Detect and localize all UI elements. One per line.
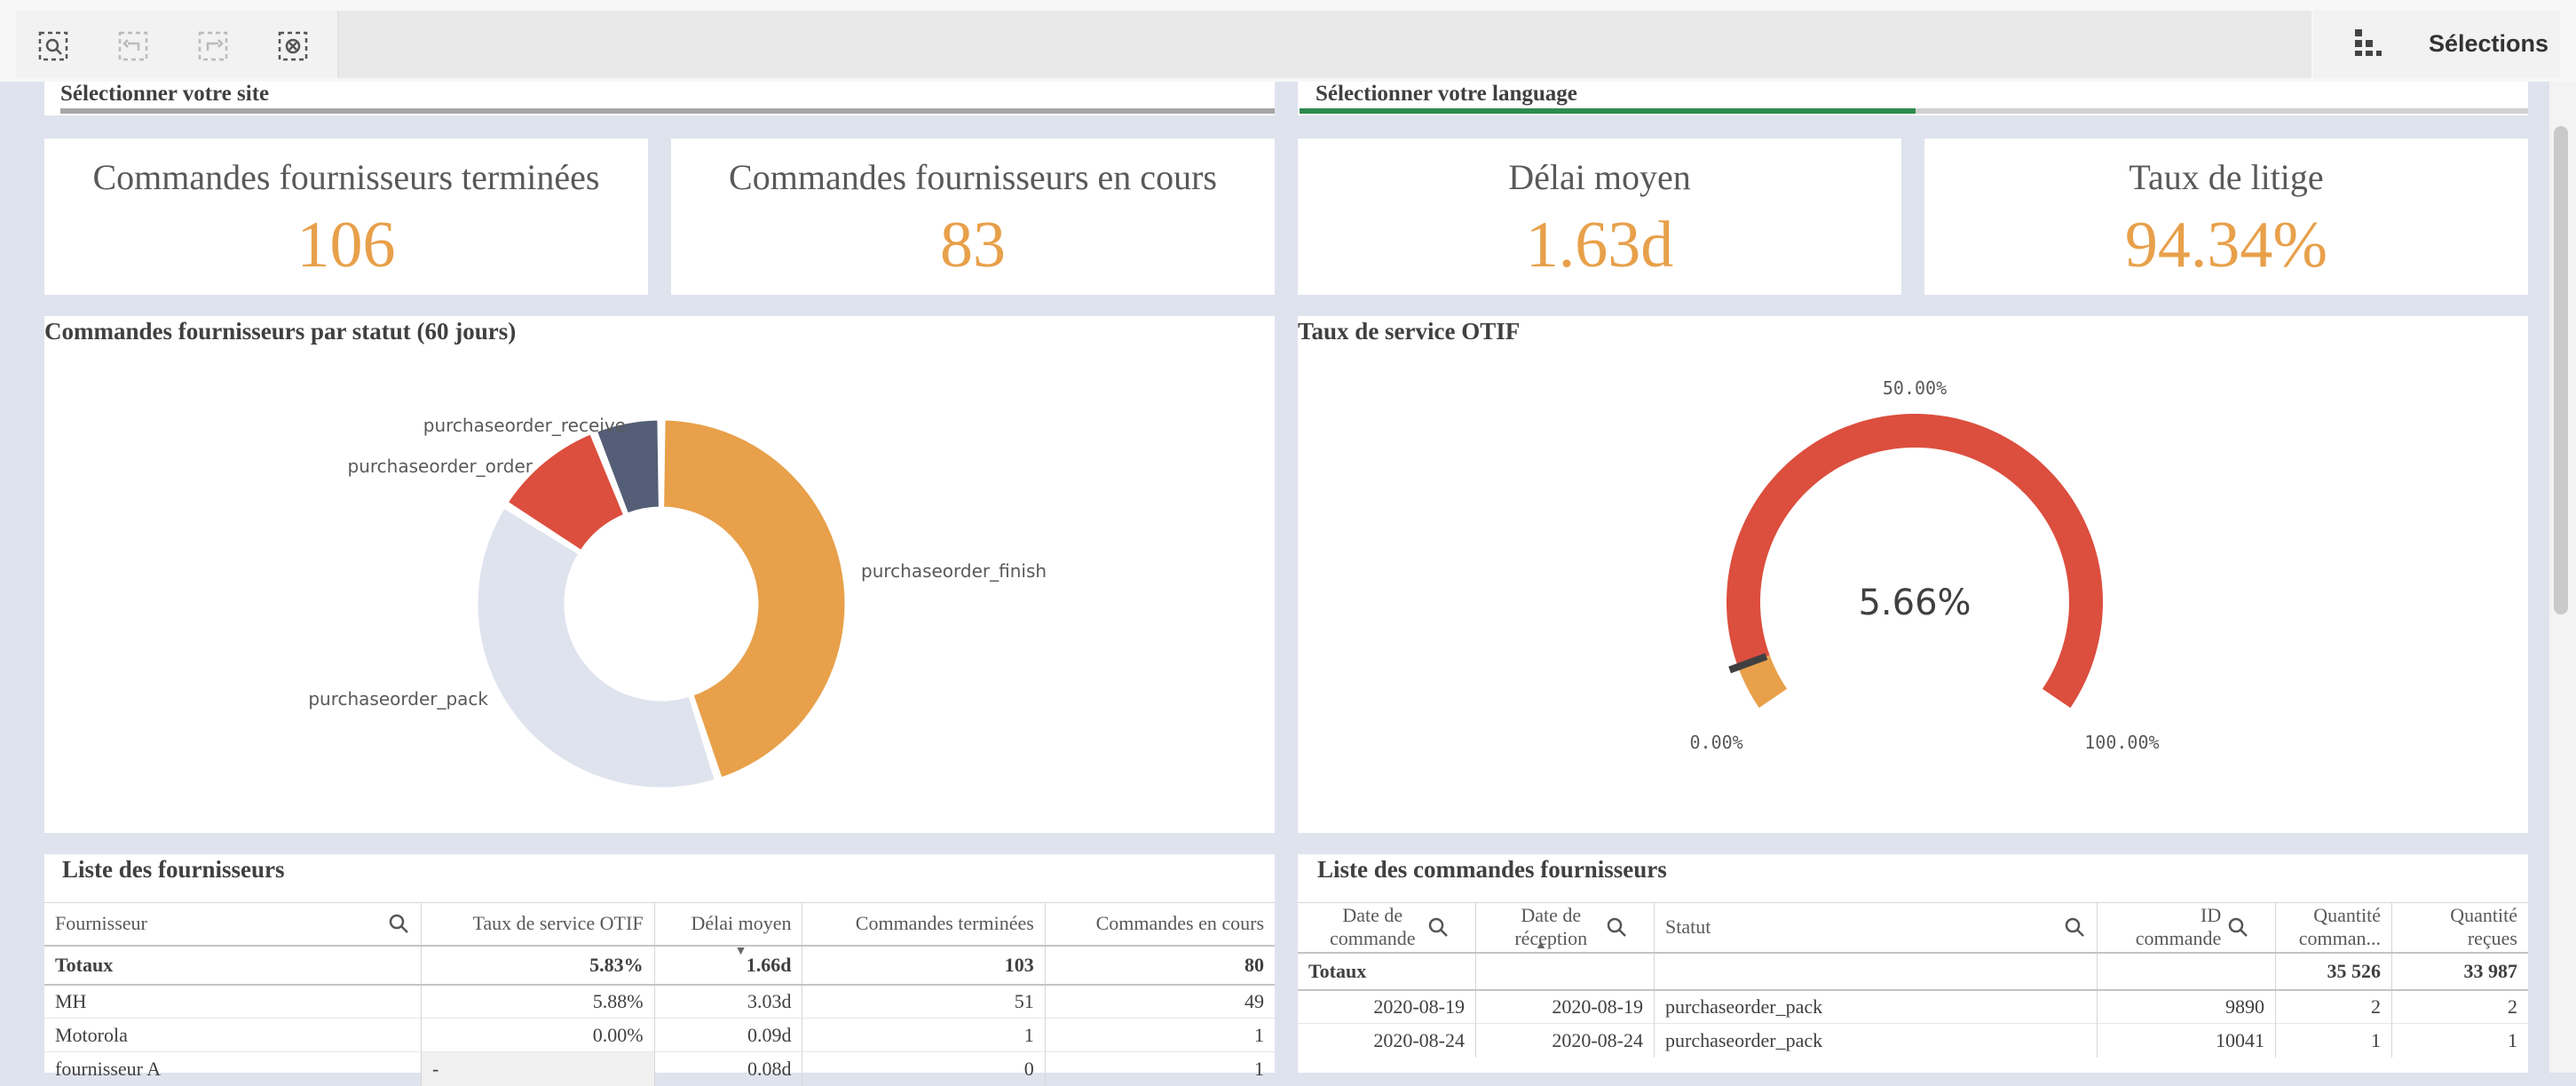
column-header-order-date[interactable]: Date de commande (1298, 902, 1476, 953)
column-header-qty-ordered[interactable]: Quantité comman... (2275, 902, 2392, 953)
kpi-value: 106 (296, 209, 396, 281)
column-header-completed[interactable]: Commandes terminées (802, 902, 1046, 946)
step-forward-icon[interactable] (194, 27, 233, 66)
search-icon[interactable] (2063, 916, 2086, 939)
kpi-value: 94.34% (2124, 209, 2328, 281)
gauge-target-label: 50.00% (1883, 377, 1947, 399)
table-row[interactable]: Motorola 0.00% 0.09d 1 1 (44, 1018, 1275, 1052)
step-back-icon[interactable] (114, 27, 153, 66)
donut-label: purchaseorder_pack (308, 688, 488, 709)
gauge[interactable]: 5.66% 0.00% 100.00% 50.00% (1298, 352, 2528, 831)
suppliers-table-panel[interactable]: Liste des fournisseurs Fournisseur Taux … (44, 854, 1275, 1086)
kpi-average-delay[interactable]: Délai moyen 1.63d (1298, 139, 1901, 295)
donut-label: purchaseorder_order (348, 456, 533, 477)
table-title: Liste des commandes fournisseurs (1317, 856, 1667, 883)
kpi-completed-orders[interactable]: Commandes fournisseurs terminées 106 (44, 139, 648, 295)
kpi-open-orders[interactable]: Commandes fournisseurs en cours 83 (671, 139, 1275, 295)
table-row[interactable]: 2020-08-19 2020-08-19 purchaseorder_pack… (1298, 989, 2528, 1024)
table-row[interactable]: 2020-08-24 2020-08-24 purchaseorder_pack… (1298, 1023, 2528, 1058)
selection-tools (16, 11, 339, 78)
language-filter[interactable]: Sélectionner votre language (1298, 82, 2528, 115)
language-filter-selected (1300, 108, 1916, 114)
gauge-remaining-arc[interactable] (1727, 414, 2103, 709)
totals-row: Totaux 5.83% ▼ 1.66d 103 80 (44, 945, 1275, 985)
language-filter-label: Sélectionner votre language (1316, 82, 1577, 106)
donut-chart[interactable]: purchaseorder_finish purchaseorder_pack pu… (44, 352, 1275, 831)
column-header-order-id[interactable]: ID commande (2097, 902, 2276, 953)
site-filter-bar (60, 108, 1275, 114)
kpi-label: Commandes fournisseurs terminées (92, 157, 600, 197)
column-header-qty-received[interactable]: Quantité reçues (2392, 903, 2529, 953)
kpi-label: Taux de litige (2129, 157, 2324, 197)
chart-title: Taux de service OTIF (1298, 318, 1521, 345)
current-selections-bar[interactable] (339, 11, 2311, 78)
orders-table[interactable]: Date de commande Date de réception ▲ Sta… (1298, 902, 2528, 1058)
donut-slice-purchaseorder_pack[interactable] (475, 505, 718, 790)
suppliers-table[interactable]: Fournisseur Taux de service OTIF Délai m… (44, 902, 1275, 1086)
gauge-value-label: 5.66% (1858, 583, 1971, 623)
selections-label[interactable]: Sélections (2429, 30, 2548, 58)
sort-asc-icon[interactable]: ▲ (1535, 934, 1547, 957)
orders-by-status-chart[interactable]: Commandes fournisseurs par statut (60 jo… (44, 316, 1275, 833)
clear-selections-icon[interactable] (273, 27, 312, 66)
search-icon[interactable] (387, 912, 410, 935)
totals-row: Totaux 35 526 33 987 (1298, 952, 2528, 990)
site-filter[interactable]: Sélectionner votre site (44, 82, 1275, 115)
chart-title: Commandes fournisseurs par statut (60 jo… (44, 318, 517, 345)
column-header-otif[interactable]: Taux de service OTIF (421, 902, 655, 946)
column-header-delay[interactable]: Délai moyen (654, 902, 803, 946)
table-title: Liste des fournisseurs (62, 856, 285, 883)
selections-icon[interactable] (2352, 27, 2384, 63)
search-icon[interactable] (1426, 916, 1450, 939)
search-icon[interactable] (1605, 916, 1628, 939)
donut-label: purchaseorder_receive (423, 415, 626, 436)
toolbar: Sélections (0, 0, 2576, 82)
scrollbar-thumb[interactable] (2554, 126, 2568, 614)
kpi-value: 1.63d (1525, 209, 1674, 281)
selection-search-icon[interactable] (34, 27, 73, 66)
gauge-max-label: 100.00% (2084, 732, 2159, 753)
kpi-label: Délai moyen (1508, 157, 1691, 197)
kpi-dispute-rate[interactable]: Taux de litige 94.34% (1924, 139, 2528, 295)
kpi-value: 83 (940, 209, 1006, 281)
table-row[interactable]: fournisseur A - 0.08d 0 1 (44, 1051, 1275, 1086)
column-header-supplier[interactable]: Fournisseur (44, 902, 422, 946)
site-filter-label: Sélectionner votre site (60, 82, 270, 106)
sort-desc-icon[interactable]: ▼ (735, 945, 747, 959)
orders-table-panel[interactable]: Liste des commandes fournisseurs Date de… (1298, 854, 2528, 1073)
column-header-reception-date[interactable]: Date de réception ▲ (1475, 902, 1655, 953)
table-row[interactable]: MH 5.88% 3.03d 51 49 (44, 984, 1275, 1019)
column-header-open[interactable]: Commandes en cours (1045, 903, 1275, 946)
otif-gauge-chart[interactable]: Taux de service OTIF 5.66% 0.00% 100.00% 50… (1298, 316, 2528, 833)
search-icon[interactable] (2226, 916, 2249, 939)
donut-label: purchaseorder_finish (861, 560, 1047, 582)
kpi-label: Commandes fournisseurs en cours (729, 157, 1217, 197)
column-header-status[interactable]: Statut (1654, 902, 2098, 953)
gauge-min-label: 0.00% (1690, 732, 1743, 753)
